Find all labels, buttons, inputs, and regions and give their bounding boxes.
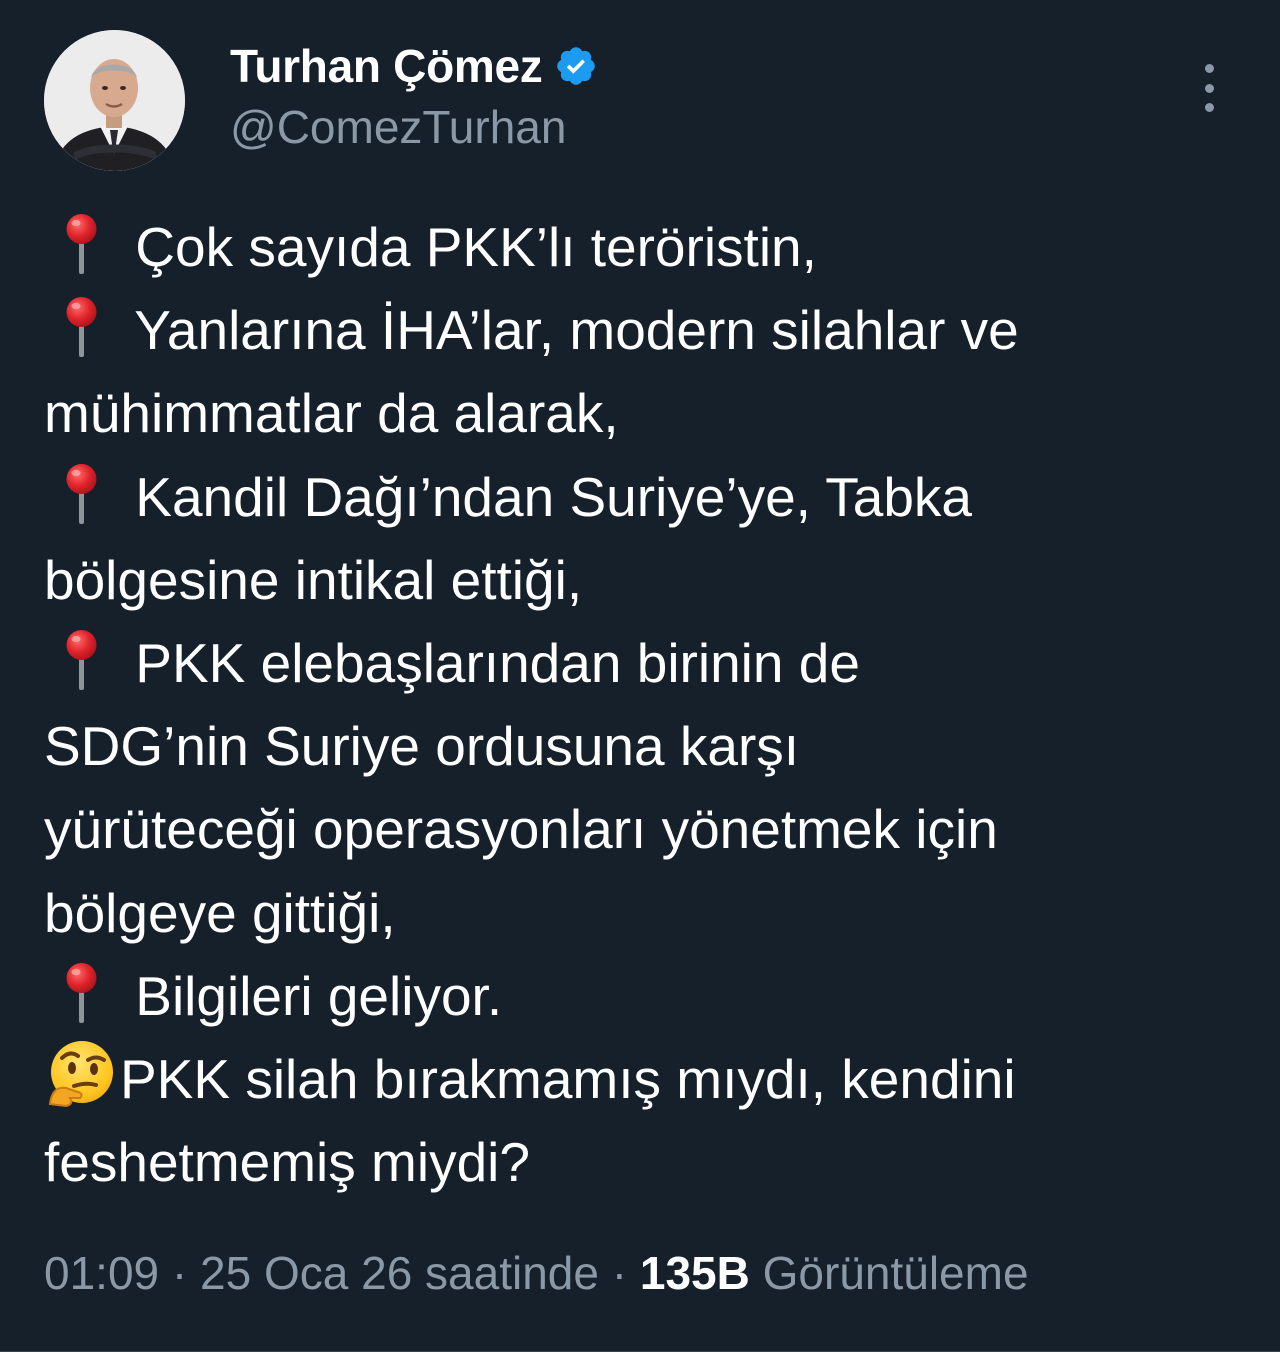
meta-separator: ·	[598, 1247, 640, 1299]
meta-separator: ·	[159, 1247, 201, 1299]
tweet-line-text: PKK silah bırakmamış mıydı, kendini	[120, 1047, 1016, 1110]
name-row: Turhan Çömez	[230, 38, 598, 94]
tweet-meta: 01:09 · 25 Oca 26 saatinde · 135B Görünt…	[44, 1246, 1029, 1300]
display-name[interactable]: Turhan Çömez	[230, 39, 543, 93]
tweet-text: Çok sayıda PKK’lı teröristin, Yanlarına …	[44, 206, 1244, 1204]
tweet-line-text: Kandil Dağı’ndan Suriye’ye, Tabka	[120, 465, 973, 528]
round-pushpin-icon	[44, 628, 120, 690]
tweet-line-text: yürüteceği operasyonları yönetmek için	[44, 798, 998, 861]
tweet-line-text: feshetmemiş miydi?	[44, 1131, 530, 1194]
tweet-line: Çok sayıda PKK’lı teröristin,	[44, 206, 1244, 289]
tweet-line: bölgesine intikal ettiği,	[44, 539, 1244, 622]
tweet-line: PKK silah bırakmamış mıydı, kendini	[44, 1038, 1244, 1121]
tweet-line: bölgeye gittiği,	[44, 872, 1244, 955]
tweet-line-text: Bilgileri geliyor.	[120, 964, 503, 1027]
tweet-line: feshetmemiş miydi?	[44, 1121, 1244, 1204]
more-options-icon[interactable]	[1198, 64, 1220, 112]
tweet-line-text: PKK elebaşlarından birinin de	[120, 631, 860, 694]
tweet-line: yürüteceği operasyonları yönetmek için	[44, 788, 1244, 871]
avatar[interactable]	[44, 30, 185, 171]
thinking-face-icon	[44, 1040, 120, 1107]
tweet: Turhan Çömez @ComezTurhan Çok sayıda PKK…	[0, 0, 1280, 1352]
tweet-line-text: Yanlarına İHA’lar, modern silahlar ve	[120, 299, 1019, 362]
views-label: Görüntüleme	[749, 1247, 1029, 1299]
round-pushpin-icon	[44, 212, 120, 274]
tweet-line-text: bölgesine intikal ettiği,	[44, 548, 583, 611]
tweet-date[interactable]: 25 Oca 26 saatinde	[200, 1247, 599, 1299]
tweet-line: Kandil Dağı’ndan Suriye’ye, Tabka	[44, 456, 1244, 539]
verified-badge-icon	[554, 44, 598, 88]
tweet-line-text: SDG’nin Suriye ordusuna karşı	[44, 715, 800, 778]
tweet-line: Bilgileri geliyor.	[44, 955, 1244, 1038]
author-identity: Turhan Çömez @ComezTurhan	[230, 38, 598, 154]
round-pushpin-icon	[44, 295, 120, 358]
handle[interactable]: @ComezTurhan	[230, 100, 598, 154]
tweet-header: Turhan Çömez @ComezTurhan	[44, 30, 1236, 172]
tweet-line: Yanlarına İHA’lar, modern silahlar ve	[44, 289, 1244, 372]
tweet-time[interactable]: 01:09	[44, 1247, 159, 1299]
tweet-line: SDG’nin Suriye ordusuna karşı	[44, 705, 1244, 788]
tweet-line: PKK elebaşlarından birinin de	[44, 622, 1244, 705]
tweet-line: mühimmatlar da alarak,	[44, 372, 1244, 455]
round-pushpin-icon	[44, 961, 120, 1023]
views-count[interactable]: 135B	[640, 1247, 750, 1299]
tweet-line-text: mühimmatlar da alarak,	[44, 382, 619, 445]
tweet-line-text: bölgeye gittiği,	[44, 881, 396, 944]
round-pushpin-icon	[44, 462, 120, 524]
tweet-line-text: Çok sayıda PKK’lı teröristin,	[120, 216, 817, 278]
avatar-image	[44, 30, 185, 171]
